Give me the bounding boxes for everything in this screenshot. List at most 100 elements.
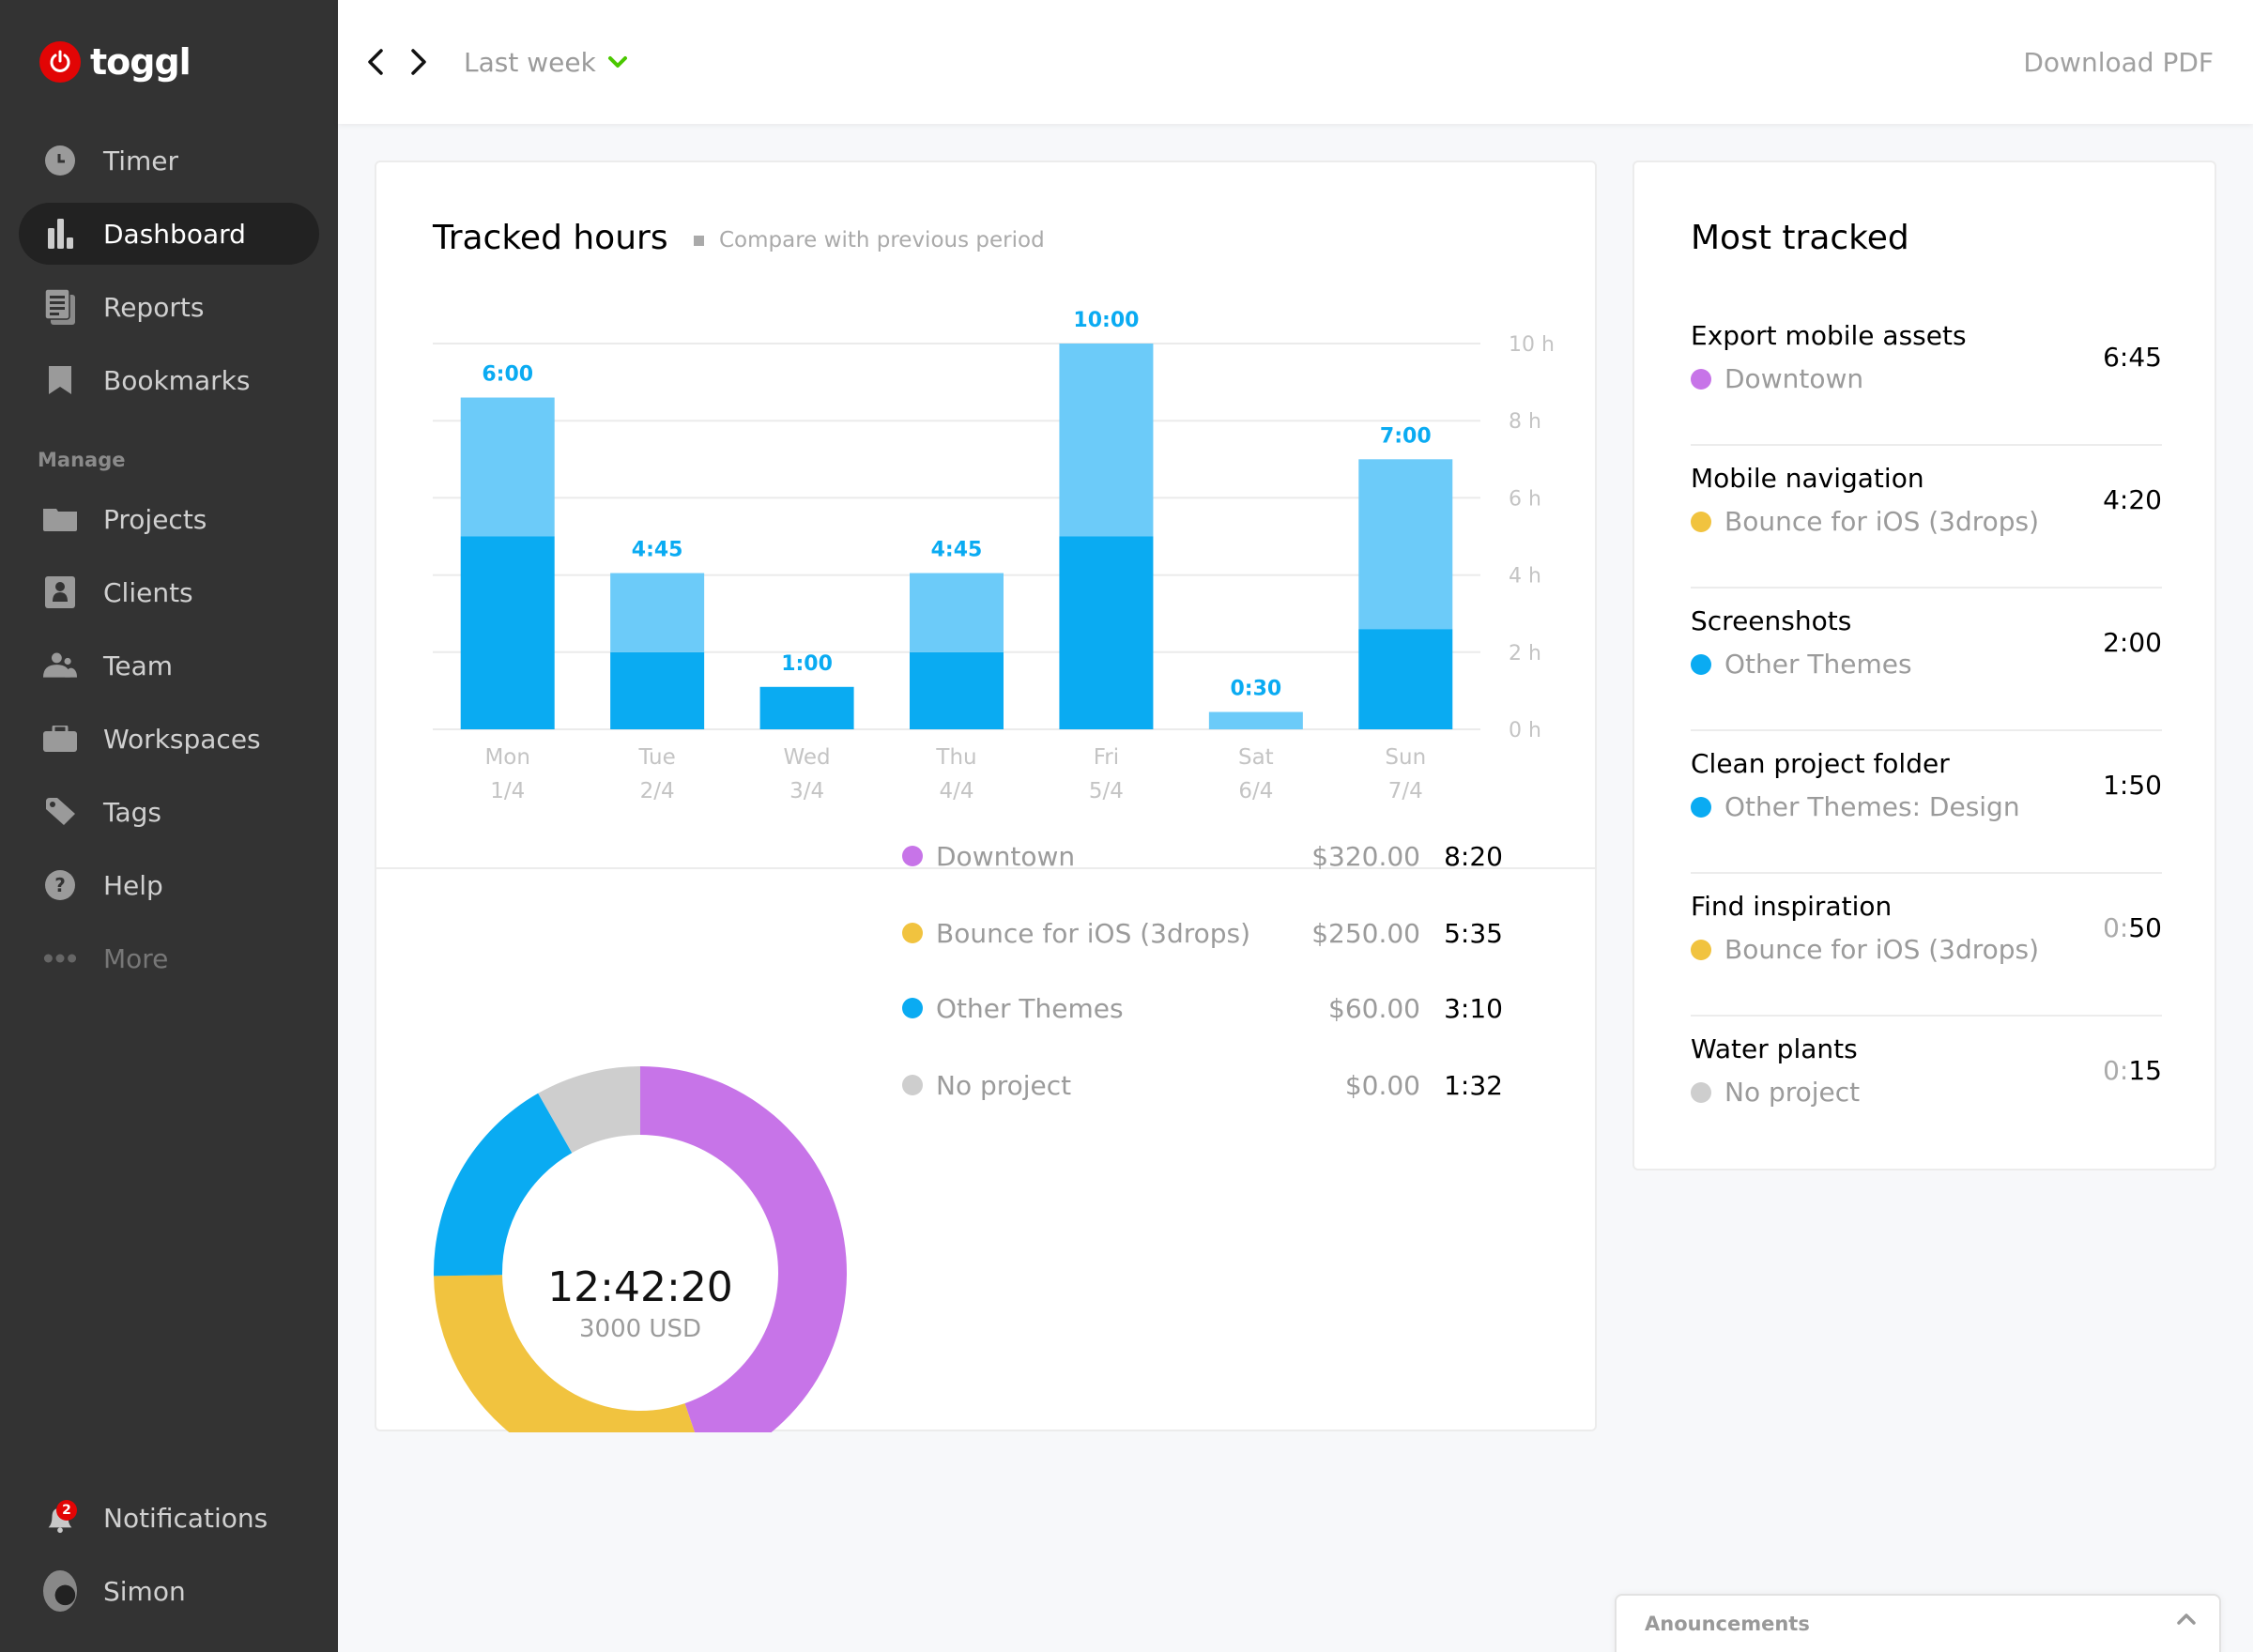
x-tick-day: Mon: [484, 745, 530, 770]
project-name: No project: [1724, 1077, 1861, 1108]
legend-item[interactable]: Other Themes $60.00 3:10: [902, 989, 1559, 1027]
task-name: Mobile navigation: [1691, 463, 1924, 494]
duration-value: 1:50: [2103, 770, 2162, 801]
tag-icon: [43, 795, 77, 829]
bar-segment-light[interactable]: [1208, 711, 1303, 729]
chevron-down-icon: [607, 56, 627, 68]
bar-segment-dark[interactable]: [910, 651, 1004, 729]
bar-segment-light[interactable]: [610, 573, 705, 652]
bar-segment-dark[interactable]: [1358, 629, 1453, 729]
task-name: Screenshots: [1691, 605, 1852, 636]
sidebar-item-label: Notifications: [103, 1502, 268, 1534]
project-time: 5:35: [1444, 917, 1503, 949]
sidebar-item-help[interactable]: ? Help: [19, 854, 319, 916]
most-tracked-item[interactable]: Find inspiration Bounce for iOS (3drops) 0…: [1691, 874, 2162, 1017]
most-tracked-item[interactable]: Screenshots Other Themes 2:00: [1691, 589, 2162, 731]
sidebar-item-label: Clients: [103, 576, 193, 608]
bar-segment-dark[interactable]: [1059, 536, 1154, 730]
donut-slice[interactable]: [640, 1066, 847, 1432]
duration-prefix: 0:: [2103, 912, 2129, 943]
task-duration: 4:20: [2103, 484, 2162, 515]
bar-segment-light[interactable]: [1358, 459, 1453, 630]
more-icon: [43, 941, 77, 975]
sidebar-item-timer[interactable]: Timer: [19, 130, 319, 191]
next-period-button[interactable]: [402, 43, 436, 81]
x-tick-date: 7/4: [1388, 779, 1423, 803]
bar-segment-light[interactable]: [460, 397, 555, 537]
project-color-dot: [1691, 1081, 1711, 1103]
top-bar: Last week Download PDF: [338, 0, 2253, 124]
duration-value: 4:20: [2103, 484, 2162, 515]
bar-value-label: 4:45: [632, 539, 683, 562]
sidebar-item-more[interactable]: More: [19, 927, 319, 989]
chevron-up-icon: [2177, 1614, 2196, 1625]
sidebar-item-tags[interactable]: Tags: [19, 781, 319, 843]
toggl-logo[interactable]: toggl: [39, 41, 192, 83]
bar-value-label: 7:00: [1380, 424, 1432, 448]
announcements-panel[interactable]: Anouncements: [1615, 1594, 2221, 1652]
most-tracked-item[interactable]: Water plants No project 0:15: [1691, 1017, 2162, 1159]
project-name: Other Themes: Design: [1724, 791, 2020, 822]
reports-icon: [43, 289, 77, 325]
project-time: 8:20: [1444, 840, 1503, 872]
bar-segment-light[interactable]: [1059, 344, 1154, 537]
bar-segment-dark[interactable]: [460, 536, 555, 730]
notification-badge: 2: [56, 1500, 77, 1521]
project-color-dot: [902, 923, 923, 943]
bar-value-label: 6:00: [482, 363, 533, 387]
donut-slice[interactable]: [434, 1093, 573, 1277]
sidebar-item-label: Reports: [103, 291, 205, 323]
sidebar-item-label: Projects: [103, 503, 207, 535]
sidebar-item-profile[interactable]: Simon: [19, 1560, 319, 1622]
x-tick-date: 2/4: [640, 779, 675, 803]
sidebar-item-workspaces[interactable]: Workspaces: [19, 708, 319, 770]
most-tracked-item[interactable]: Clean project folder Other Themes: Design…: [1691, 731, 2162, 874]
download-pdf-button[interactable]: Download PDF: [2023, 43, 2214, 81]
project-color-dot: [1691, 939, 1711, 960]
project-color-dot: [1691, 653, 1711, 675]
duration-value: 50: [2128, 912, 2162, 943]
x-tick-day: Sat: [1238, 745, 1274, 770]
legend-item[interactable]: No project $0.00 1:32: [902, 1066, 1559, 1104]
sidebar-item-clients[interactable]: Clients: [19, 561, 319, 623]
project-name: Bounce for iOS (3drops): [1724, 506, 2040, 537]
y-tick-label: 6 h: [1509, 487, 1541, 511]
legend-item[interactable]: Bounce for iOS (3drops) $250.00 5:35: [902, 914, 1559, 952]
duration-prefix: 0:: [2103, 1055, 2129, 1086]
period-label: Last week: [464, 46, 596, 78]
y-tick-label: 2 h: [1509, 642, 1541, 665]
project-name: Bounce for iOS (3drops): [936, 917, 1251, 949]
y-tick-label: 8 h: [1509, 410, 1541, 434]
tracked-hours-chart: 0 h 2 h 4 h 6 h 8 h 10 h 6:00 Mon 1/4 4:45 Tue 2/4 1…: [433, 309, 1555, 803]
avatar: [43, 1570, 77, 1612]
task-project: No project: [1691, 1077, 1860, 1108]
sidebar-item-dashboard[interactable]: Dashboard: [19, 203, 319, 265]
power-icon: [39, 41, 81, 83]
x-tick-day: Wed: [783, 745, 830, 770]
sidebar-item-team[interactable]: Team: [19, 635, 319, 696]
project-donut-chart: 12:42:20 3000 USD: [434, 1066, 847, 1432]
task-project: Downtown: [1691, 363, 1863, 394]
bar-segment-light[interactable]: [910, 573, 1004, 652]
sidebar-item-reports[interactable]: Reports: [19, 276, 319, 338]
task-project: Bounce for iOS (3drops): [1691, 934, 2039, 965]
project-name: Other Themes: [936, 992, 1124, 1024]
project-amount: $60.00: [1328, 992, 1420, 1024]
period-dropdown[interactable]: Last week: [464, 43, 628, 81]
previous-period-button[interactable]: [359, 43, 392, 81]
sidebar-item-label: Help: [103, 869, 163, 901]
bar-segment-dark[interactable]: [759, 686, 854, 729]
legend-item[interactable]: Downtown $320.00 8:20: [902, 837, 1559, 875]
tracked-hours-card: Tracked hours Compare with previous peri…: [375, 161, 1597, 1432]
most-tracked-item[interactable]: Export mobile assets Downtown 6:45: [1691, 303, 2162, 446]
client-icon: [43, 575, 77, 609]
task-duration: 0:15: [2103, 1055, 2162, 1086]
most-tracked-item[interactable]: Mobile navigation Bounce for iOS (3drops)…: [1691, 446, 2162, 589]
sidebar-item-label: Dashboard: [103, 218, 246, 250]
most-tracked-card: Most tracked Export mobile assets Downtow…: [1632, 161, 2216, 1170]
bar-segment-dark[interactable]: [610, 651, 705, 729]
sidebar-item-bookmarks[interactable]: Bookmarks: [19, 349, 319, 411]
sidebar-item-projects[interactable]: Projects: [19, 488, 319, 550]
folder-icon: [43, 502, 77, 536]
x-tick-date: 5/4: [1089, 779, 1124, 803]
